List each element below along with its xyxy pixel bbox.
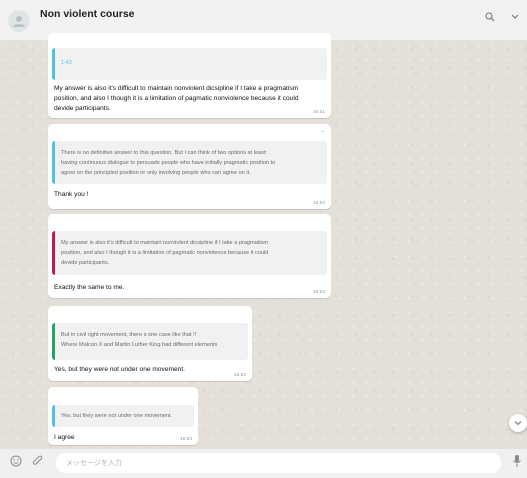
quote-bar: [52, 323, 55, 360]
quote-text-line: My answer is also it's difficult to main…: [61, 240, 269, 246]
message-bubble-1[interactable]: 1:42 My answer is also it's difficult to…: [48, 33, 331, 118]
message-bubble-4[interactable]: But in civil right movement, there s one…: [48, 306, 252, 381]
quote-bar: [52, 141, 55, 184]
message-time: 16:51: [312, 110, 325, 115]
message-text-line: My answer is also it's difficult to main…: [54, 85, 299, 92]
quote-text-line: There is no definitive answer to this qu…: [61, 150, 268, 156]
message-text: Thank you !: [54, 191, 89, 198]
quote-bar: [52, 48, 55, 80]
message-text: Yes, but they were not under one movemen…: [54, 366, 185, 373]
message-text-line: position, and also I though it is a limi…: [54, 95, 299, 102]
quoted-reply[interactable]: My answer is also it's difficult to main…: [52, 231, 327, 275]
quote-text-line: having continuous dialogue to persuade p…: [61, 160, 276, 166]
message-time: 16:53: [233, 373, 246, 378]
quoted-reply[interactable]: There is no definitive answer to this qu…: [52, 141, 327, 184]
quoted-reply[interactable]: Yes, but they were not under one movemen…: [52, 405, 194, 427]
message-bubble-3[interactable]: My answer is also it's difficult to main…: [48, 214, 331, 298]
emoji-icon[interactable]: [10, 455, 22, 467]
quote-text-line: agree on the principled position or only…: [61, 170, 251, 176]
chevron-down-icon: [514, 421, 522, 426]
quoted-reply[interactable]: 1:42: [52, 48, 327, 80]
quote-text-line: position, and also I though it is a limi…: [61, 250, 269, 256]
message-text: I agree: [54, 434, 75, 441]
message-bubble-5[interactable]: Yes, but they were not under one movemen…: [48, 387, 198, 445]
message-time: 16:53: [179, 437, 192, 442]
message-time: 16:52: [312, 201, 325, 206]
quote-bar: [52, 231, 55, 275]
chevron-down-icon[interactable]: ⌄: [320, 127, 325, 134]
message-text: Exactly the same to me.: [54, 284, 125, 291]
quote-text-line: Yes, but they were not under one movemen…: [61, 413, 173, 419]
search-icon[interactable]: [485, 12, 495, 22]
quote-text-line: But in civil right movement, there s one…: [61, 332, 197, 338]
message-input-placeholder: メッセージを入力: [66, 460, 122, 467]
scroll-to-bottom-button[interactable]: [509, 414, 527, 432]
quoted-reply[interactable]: But in civil right movement, there s one…: [52, 323, 248, 360]
quote-text-line: Where Malcon X and Martin Luther King ha…: [61, 342, 218, 348]
quote-text-line: devide participants.: [61, 260, 110, 266]
message-time: 16:53: [312, 290, 325, 295]
group-avatar[interactable]: [8, 10, 30, 32]
chevron-down-icon[interactable]: [511, 14, 519, 20]
attach-icon[interactable]: [32, 455, 44, 467]
quote-bar: [52, 405, 55, 427]
message-input[interactable]: [56, 453, 501, 473]
message-bubble-2[interactable]: ⌄ There is no definitive answer to this …: [48, 124, 331, 209]
chat-title[interactable]: Non violent course: [40, 8, 135, 20]
message-text-line: devide participants.: [54, 105, 111, 112]
avatar-placeholder-icon: [13, 16, 25, 27]
quote-label: 1:42: [61, 60, 72, 66]
mic-icon[interactable]: [512, 454, 522, 468]
